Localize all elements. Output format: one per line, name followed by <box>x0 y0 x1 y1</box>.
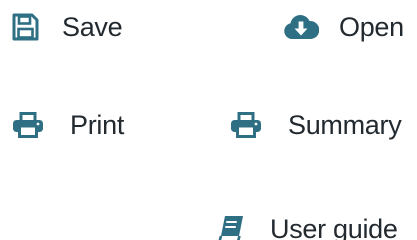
book-icon <box>216 214 246 240</box>
summary-button[interactable]: Summary <box>230 109 402 140</box>
save-button[interactable]: Save <box>10 11 123 42</box>
user-guide-label: User guide <box>270 213 398 240</box>
printer-icon <box>230 111 262 139</box>
print-button[interactable]: Print <box>12 111 124 139</box>
summary-label: Summary <box>288 109 402 140</box>
printer-icon <box>12 111 44 139</box>
save-label: Save <box>62 11 123 42</box>
user-guide-entry[interactable]: User guide <box>216 214 398 240</box>
open-button[interactable]: Open <box>283 12 404 42</box>
open-label: Open <box>339 11 404 42</box>
print-label: Print <box>70 109 125 140</box>
floppy-disk-icon <box>10 12 40 42</box>
cloud-download-icon <box>283 12 319 42</box>
